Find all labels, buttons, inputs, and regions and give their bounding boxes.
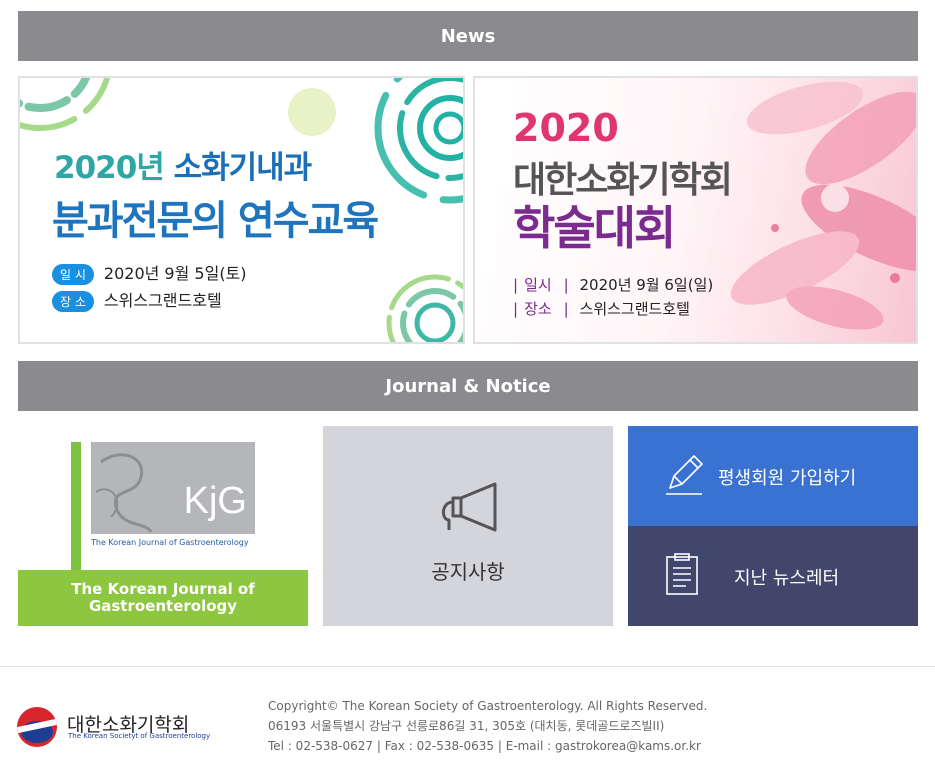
banner-title-line1: 2020년 소화기내과 <box>54 150 312 186</box>
journal-notice-title: Journal & Notice <box>385 375 551 397</box>
pencil-icon <box>666 455 703 495</box>
past-newsletter-button[interactable]: 지난 뉴스레터 <box>628 526 918 626</box>
training-course-banner[interactable]: 2020년 소화기내과 분과전문의 연수교육 일 시 2020년 9월 5일(토)… <box>18 76 465 344</box>
news-section-header: News <box>18 11 918 61</box>
banner-place: 장 소 스위스그랜드호텔 <box>52 287 222 312</box>
notice-label: 공지사항 <box>431 560 505 584</box>
clipboard-icon <box>666 553 698 595</box>
footer-copyright: Copyright© The Korean Society of Gastroe… <box>268 699 708 713</box>
footer-info: Copyright© The Korean Society of Gastroe… <box>268 696 707 756</box>
place-pill: 장 소 <box>52 291 94 312</box>
meeting-place: | 장소 | 스위스그랜드호텔 <box>513 300 690 318</box>
megaphone-icon <box>442 482 497 532</box>
meeting-year: 2020 <box>513 106 619 150</box>
footer-org-name-en: The Korean Societyt of Gastroenterology <box>68 732 211 740</box>
cover-kjg-mark: KjG <box>183 480 247 522</box>
meeting-date: | 일시 | 2020년 9월 6일(일) <box>513 276 714 294</box>
cover-illustration: KjG <box>91 442 255 534</box>
annual-meeting-banner[interactable]: 2020 대한소화기학회 학술대회 | 일시 | 2020년 9월 6일(일) | 장… <box>473 76 918 344</box>
footer-address: 06193 서울특별시 강남구 선릉로86길 31, 305호 (대치동, 롯데… <box>268 719 665 733</box>
footer-contact: Tel : 02-538-0627 | Fax : 02-538-0635 | … <box>268 739 701 753</box>
site-footer: 대한소화기학회 The Korean Societyt of Gastroent… <box>0 666 935 770</box>
news-title: News <box>440 25 496 47</box>
meeting-title-line2: 학술대회 <box>513 201 676 255</box>
journal-caption: The Korean Journal of Gastroenterology <box>18 570 308 626</box>
society-logo <box>17 707 57 747</box>
banner-date: 일 시 2020년 9월 5일(토) <box>52 260 247 285</box>
journal-cover-image: KjG The Korean Journal of Gastroenterolo… <box>71 442 261 572</box>
journal-notice-section-header: Journal & Notice <box>18 361 918 411</box>
cover-subtitle: The Korean Journal of Gastroenterology <box>91 538 249 547</box>
lifetime-member-signup-button[interactable]: 평생회원 가입하기 <box>628 426 918 526</box>
date-pill: 일 시 <box>52 264 94 285</box>
anatomy-illustration <box>95 453 153 533</box>
notice-card[interactable]: 공지사항 <box>323 426 613 626</box>
member-signup-label: 평생회원 가입하기 <box>718 468 857 489</box>
newsletter-label: 지난 뉴스레터 <box>734 568 840 589</box>
journal-card[interactable]: KjG The Korean Journal of Gastroenterolo… <box>18 426 308 626</box>
banner-title-line2: 분과전문의 연수교육 <box>52 198 379 244</box>
